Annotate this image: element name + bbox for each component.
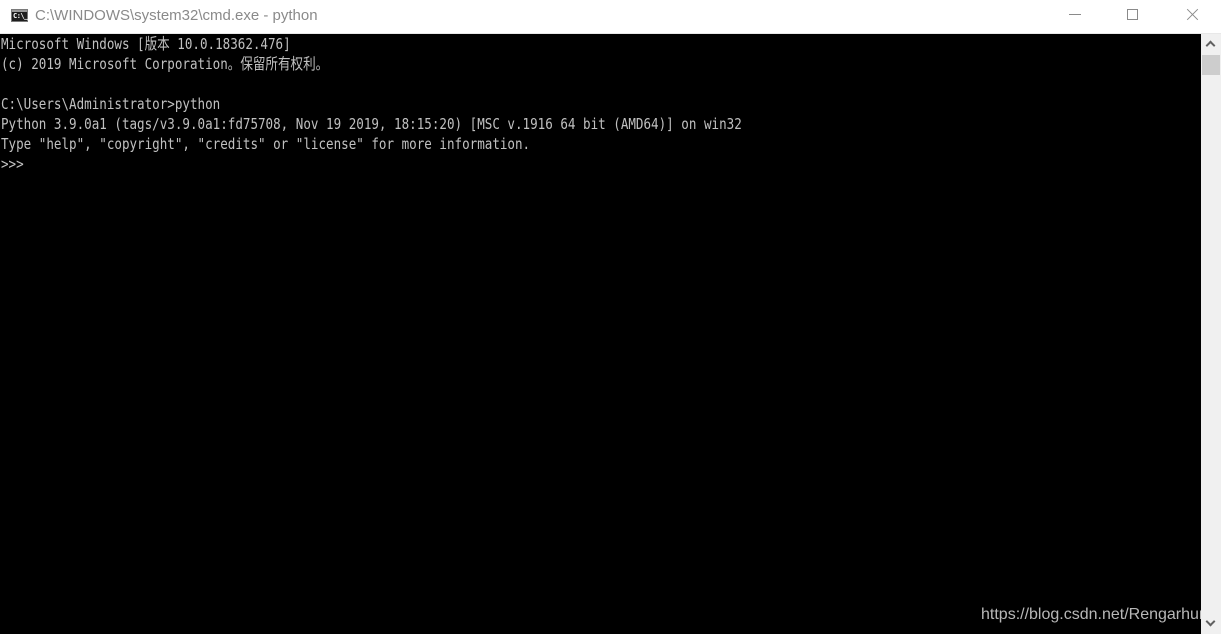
chevron-up-icon [1205, 40, 1216, 51]
python-prompt[interactable]: >>> [1, 154, 24, 174]
minimize-icon [1069, 14, 1081, 15]
scroll-up-button[interactable] [1201, 34, 1221, 54]
maximize-button[interactable] [1104, 0, 1162, 33]
cmd-icon-glyph: C:\_ [13, 12, 28, 20]
console-line: Type "help", "copyright", "credits" or "… [1, 135, 531, 153]
cmd-icon[interactable]: C:\_ [11, 9, 28, 22]
watermark-text: https://blog.csdn.net/Rengarhunt [981, 606, 1201, 623]
title-bar[interactable]: C:\_ C:\WINDOWS\system32\cmd.exe - pytho… [0, 0, 1221, 34]
console-line: Python 3.9.0a1 (tags/v3.9.0a1:fd75708, N… [1, 115, 742, 133]
scroll-thumb[interactable] [1202, 55, 1220, 75]
minimize-button[interactable] [1046, 0, 1104, 33]
scroll-down-button[interactable] [1201, 614, 1221, 634]
console-line: (c) 2019 Microsoft Corporation。保留所有权利。 [1, 55, 329, 73]
console-line: Microsoft Windows [版本 10.0.18362.476] [1, 35, 291, 53]
cmd-window: C:\_ C:\WINDOWS\system32\cmd.exe - pytho… [0, 0, 1221, 634]
maximize-icon [1127, 9, 1138, 20]
console-line: C:\Users\Administrator>python [1, 95, 221, 113]
console-output[interactable]: Microsoft Windows [版本 10.0.18362.476] (c… [0, 34, 1201, 634]
vertical-scrollbar[interactable] [1201, 34, 1221, 634]
close-icon [1185, 8, 1199, 22]
close-button[interactable] [1163, 0, 1221, 33]
window-title: C:\WINDOWS\system32\cmd.exe - python [35, 7, 318, 24]
chevron-down-icon [1205, 616, 1216, 627]
